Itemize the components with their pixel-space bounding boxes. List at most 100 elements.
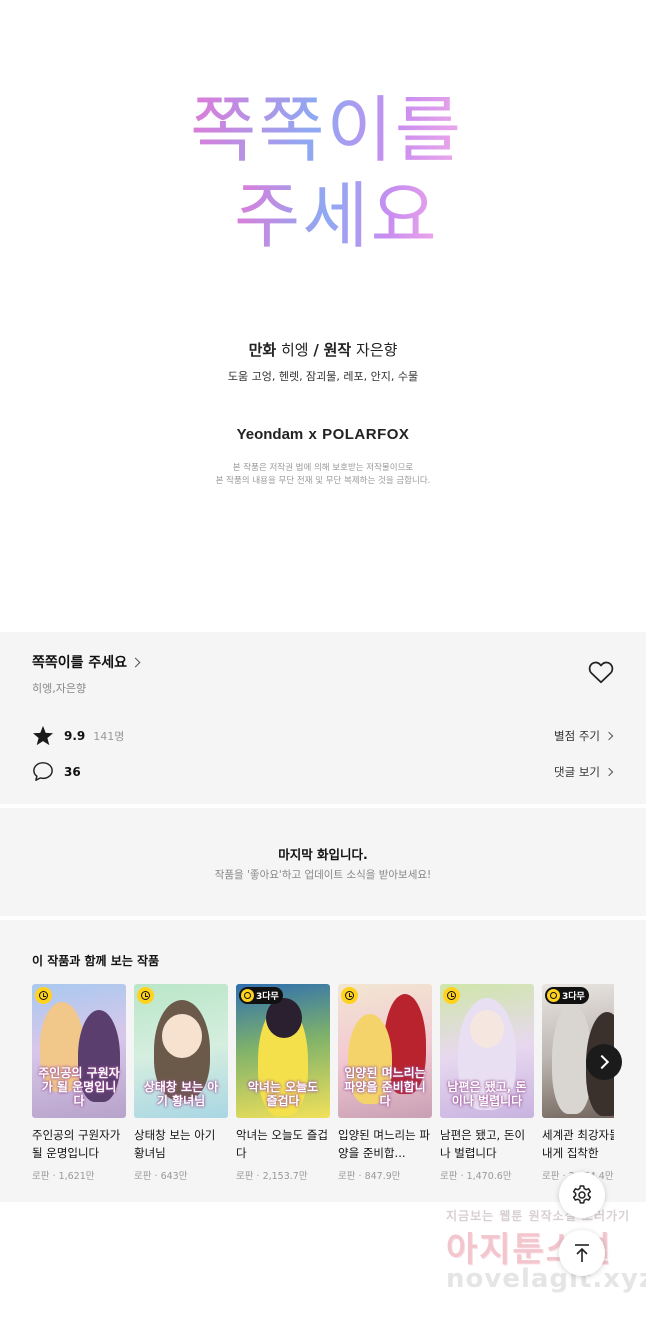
heart-icon[interactable] <box>588 660 614 684</box>
wait-free-badge-label: 3다무 <box>256 992 279 1002</box>
comment-icon <box>33 762 53 781</box>
recommendation-views: 847.9만 <box>364 1171 401 1182</box>
clock-badge-icon <box>443 987 460 1004</box>
recommendation-title: 악녀는 오늘도 즐겁다 <box>236 1128 328 1160</box>
meta-separator: · <box>256 1171 260 1182</box>
credit-label-story: 원작 <box>323 341 352 359</box>
recommendation-genre: 로판 <box>338 1171 356 1182</box>
publisher-yeondam: Yeondam <box>236 426 304 443</box>
chevron-right-icon <box>604 731 614 741</box>
recommendation-card[interactable]: 상태창 보는 아기 황녀님 상태창 보는 아기 황녀님 로판 · 643만 <box>134 984 228 1182</box>
recommendation-card[interactable]: 3다무 UP 세계관 최강자들이 내게 집착한 로판 · 2,674.4만 <box>542 984 614 1182</box>
recommendation-title: 입양된 며느리는 파양을 준비합... <box>338 1128 430 1160</box>
recommendation-cover[interactable]: 입양된 며느리는 파양을 준비합니다 <box>338 984 432 1118</box>
recommendation-meta: 로판 · 643만 <box>134 1168 228 1182</box>
recommendation-views: 1,621만 <box>58 1171 95 1182</box>
cover-title: 남편은 됐고, 돈이나 벌렵니다 <box>447 1080 527 1108</box>
recommendation-cover[interactable]: 남편은 됐고, 돈이나 벌렵니다 <box>440 984 534 1118</box>
last-episode-subtitle: 작품을 '좋아요'하고 업데이트 소식을 받아보세요! <box>214 869 432 881</box>
recommendation-genre: 로판 <box>134 1171 152 1182</box>
logo-line-1: 쪽쪽이를 <box>190 88 463 172</box>
recommendations-carousel[interactable]: 주인공의 구원자가 될 운명입니다 주인공의 구원자가 될 운명입니다 로판 ·… <box>32 984 614 1194</box>
copyright-line-1: 본 작품은 저작권 법에 의해 보호받는 저작물이므로 <box>232 463 414 473</box>
star-icon <box>32 725 54 746</box>
series-info-card: 쪽쪽이를 주세요 히엥,자은향 9.9 141명 별점 주기 36 댓글 보기 <box>0 632 646 804</box>
cover-title: 입양된 며느리는 파양을 준비합니다 <box>344 1066 426 1108</box>
recommendation-cover[interactable]: 상태창 보는 아기 황녀님 <box>134 984 228 1118</box>
scroll-to-top-button[interactable] <box>559 1230 605 1276</box>
copyright-notice: 본 작품은 저작권 법에 의해 보호받는 저작물이므로 본 작품의 내용을 무단… <box>0 462 646 488</box>
view-comments-label: 댓글 보기 <box>554 765 600 779</box>
meta-separator: · <box>358 1171 362 1182</box>
watermark-line-3: novelagit.xyz <box>446 1264 646 1294</box>
recommendation-card[interactable]: 남편은 됐고, 돈이나 벌렵니다 남편은 됐고, 돈이나 벌렵니다 로판 · 1… <box>440 984 534 1182</box>
recommendation-genre: 로판 <box>32 1171 50 1182</box>
recommendation-meta: 로판 · 1,470.6만 <box>440 1168 534 1182</box>
recommendation-views: 2,153.7만 <box>262 1171 308 1182</box>
publisher-x: x <box>308 426 317 443</box>
meta-separator: · <box>460 1171 464 1182</box>
copyright-line-2: 본 작품의 내용을 무단 전재 및 무단 복제하는 것을 금합니다. <box>215 476 431 486</box>
publisher-polarfox: POLARFOX <box>322 426 410 443</box>
clock-badge-icon <box>341 987 358 1004</box>
series-authors: 히엥,자은향 <box>32 682 87 695</box>
rate-button[interactable]: 별점 주기 <box>554 728 614 744</box>
recommendation-title: 주인공의 구원자가 될 운명입니다 <box>32 1128 121 1160</box>
recommendation-genre: 로판 <box>542 1171 560 1182</box>
assistant-credits: 도움 고엉, 헨렛, 잠괴물, 레포, 안지, 수물 <box>227 370 419 383</box>
recommendation-card[interactable]: 입양된 며느리는 파양을 준비합니다 입양된 며느리는 파양을 준비합... 로… <box>338 984 432 1182</box>
main-credits: 만화 히엥 / 원작 자은향 <box>0 339 646 360</box>
recommendation-meta: 로판 · 1,621만 <box>32 1168 126 1182</box>
comic-end-panel: 쪽쪽이를 주세요 만화 히엥 / 원작 자은향 도움 고엉, 헨렛, 잠괴물, … <box>0 0 646 632</box>
recommendation-genre: 로판 <box>236 1171 254 1182</box>
credit-story: 자은향 <box>356 341 398 359</box>
meta-separator: · <box>52 1171 56 1182</box>
series-title-link[interactable]: 쪽쪽이를 주세요 <box>32 652 141 672</box>
gear-icon <box>572 1185 592 1204</box>
credit-label-art: 만화 <box>248 341 277 359</box>
arrow-up-icon <box>575 1244 589 1262</box>
last-episode-title: 마지막 화입니다. <box>278 847 368 862</box>
credit-art: 히엥 <box>280 341 309 359</box>
rating-score: 9.9 <box>64 728 86 743</box>
cover-title: 주인공의 구원자가 될 운명입니다 <box>38 1066 120 1108</box>
logo-line-2: 주세요 <box>234 174 439 258</box>
recommendations-section: 이 작품과 함께 보는 작품 주인공의 구원자가 될 운명입니다 주인공의 구원… <box>0 920 646 1202</box>
clock-badge-icon <box>35 987 52 1004</box>
clock-badge-icon <box>137 987 154 1004</box>
recommendation-title: 세계관 최강자들이 내게 집착한 <box>542 1128 614 1160</box>
rate-button-label: 별점 주기 <box>554 729 600 743</box>
recommendation-card[interactable]: 3다무 악녀는 오늘도 즐겁다 악녀는 오늘도 즐겁다 로판 · 2,153.7… <box>236 984 330 1182</box>
recommendation-cover[interactable]: 주인공의 구원자가 될 운명입니다 <box>32 984 126 1118</box>
comment-row: 36 <box>32 761 81 782</box>
rating-row: 9.9 141명 <box>32 725 124 746</box>
cover-title: 악녀는 오늘도 즐겁다 <box>247 1080 319 1108</box>
rating-count: 141명 <box>93 729 125 743</box>
view-comments-button[interactable]: 댓글 보기 <box>554 764 614 780</box>
recommendations-heading: 이 작품과 함께 보는 작품 <box>32 954 160 968</box>
recommendation-title: 남편은 됐고, 돈이나 벌렵니다 <box>440 1128 526 1160</box>
wait-free-badge-label: 3다무 <box>562 992 585 1002</box>
recommendation-meta: 로판 · 847.9만 <box>338 1168 432 1182</box>
recommendation-genre: 로판 <box>440 1171 458 1182</box>
credit-separator: / <box>313 341 319 359</box>
publisher-logo: Yeondam x POLARFOX <box>0 425 646 443</box>
last-episode-notice: 마지막 화입니다. 작품을 '좋아요'하고 업데이트 소식을 받아보세요! <box>0 808 646 916</box>
clock-icon <box>547 989 560 1002</box>
chevron-right-icon <box>594 1054 610 1070</box>
recommendation-cover[interactable]: 3다무 악녀는 오늘도 즐겁다 <box>236 984 330 1118</box>
viewer-settings-button[interactable] <box>559 1172 605 1218</box>
wait-free-badge: 3다무 <box>239 987 283 1004</box>
series-title: 쪽쪽이를 주세요 <box>32 655 128 671</box>
chevron-right-icon <box>130 657 141 667</box>
cover-title: 상태창 보는 아기 황녀님 <box>143 1080 219 1108</box>
recommendation-card[interactable]: 주인공의 구원자가 될 운명입니다 주인공의 구원자가 될 운명입니다 로판 ·… <box>32 984 126 1182</box>
comic-title-logo: 쪽쪽이를 주세요 <box>190 88 463 278</box>
recommendation-meta: 로판 · 2,153.7만 <box>236 1168 330 1182</box>
comment-count: 36 <box>64 764 81 779</box>
carousel-next-button[interactable] <box>586 1044 622 1080</box>
recommendation-title: 상태창 보는 아기 황녀님 <box>134 1128 216 1160</box>
recommendation-views: 1,470.6만 <box>466 1171 512 1182</box>
meta-separator: · <box>154 1171 158 1182</box>
clock-icon <box>241 989 254 1002</box>
